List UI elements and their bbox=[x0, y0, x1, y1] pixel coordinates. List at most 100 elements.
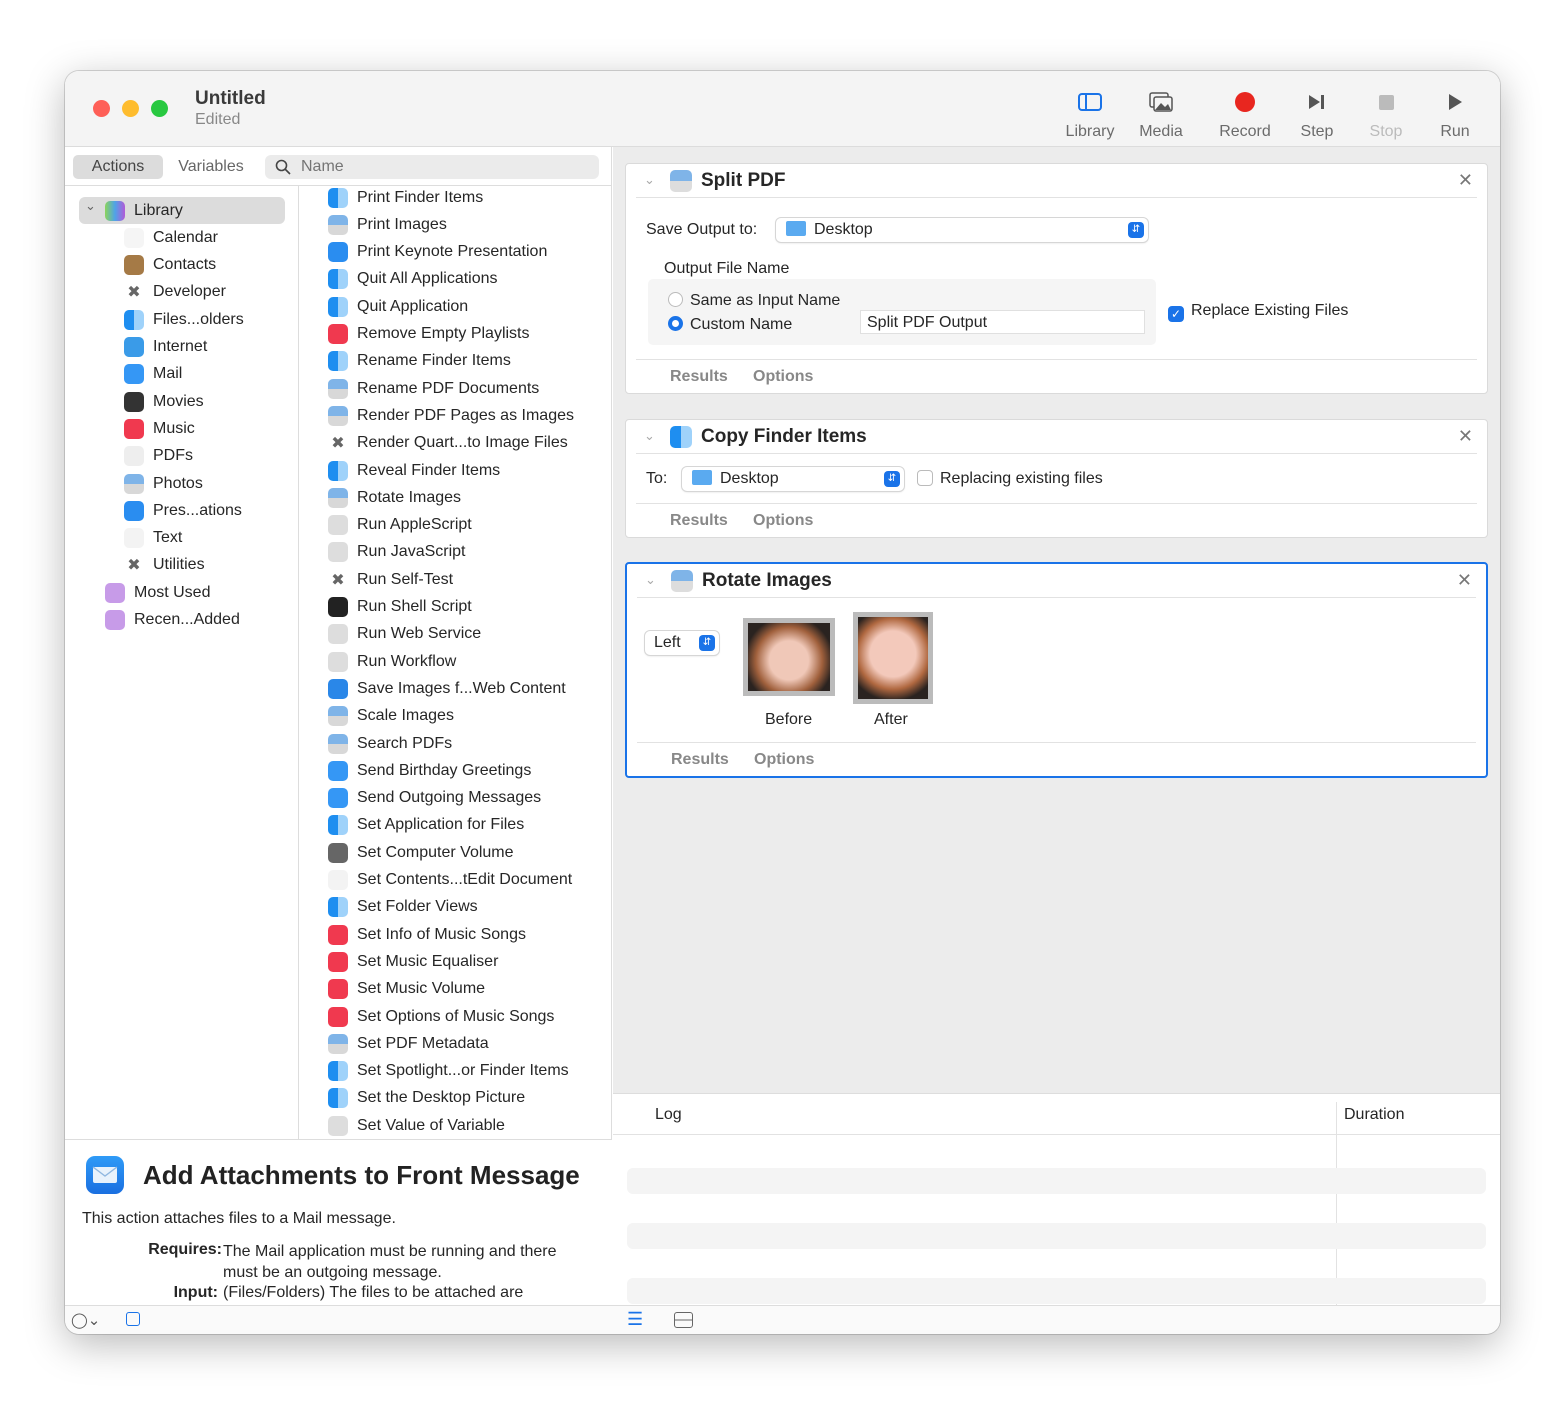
action-item[interactable]: Set Folder Views bbox=[328, 894, 478, 921]
options-tab[interactable]: Options bbox=[753, 512, 813, 530]
action-item[interactable]: Save Images f...Web Content bbox=[328, 675, 566, 702]
close-icon[interactable]: ✕ bbox=[1458, 426, 1473, 447]
minimize-window-button[interactable] bbox=[122, 100, 139, 117]
tab-variables[interactable]: Variables bbox=[168, 155, 254, 179]
category-item[interactable]: ✖ Developer bbox=[65, 279, 226, 306]
action-item[interactable]: Run AppleScript bbox=[328, 512, 472, 539]
action-item[interactable]: Set Info of Music Songs bbox=[328, 921, 526, 948]
action-item[interactable]: Search PDFs bbox=[328, 730, 452, 757]
split-view-icon[interactable] bbox=[674, 1312, 693, 1328]
step-button[interactable]: Step bbox=[1282, 89, 1352, 141]
replacing-checkbox[interactable]: Replacing existing files bbox=[917, 470, 1103, 488]
results-tab[interactable]: Results bbox=[670, 512, 728, 530]
category-item[interactable]: ⌄ Library bbox=[79, 197, 285, 224]
results-tab[interactable]: Results bbox=[670, 368, 728, 386]
category-item[interactable]: Music bbox=[65, 415, 195, 442]
action-item[interactable]: Set Value of Variable bbox=[328, 1112, 505, 1139]
stop-button[interactable]: Stop bbox=[1351, 89, 1421, 141]
action-item[interactable]: Rename PDF Documents bbox=[328, 375, 539, 402]
action-item[interactable]: Quit All Applications bbox=[328, 266, 498, 293]
duration-column-header[interactable]: Duration bbox=[1344, 1106, 1404, 1124]
action-item[interactable]: Run Shell Script bbox=[328, 594, 472, 621]
close-icon[interactable]: ✕ bbox=[1458, 170, 1473, 191]
action-item[interactable]: Set Music Volume bbox=[328, 976, 485, 1003]
options-tab[interactable]: Options bbox=[754, 751, 814, 769]
rotation-direction-popup[interactable]: Left ⇵ bbox=[645, 631, 719, 655]
category-item[interactable]: Movies bbox=[65, 388, 204, 415]
replace-existing-checkbox[interactable]: ✓ Replace Existing Files bbox=[1168, 302, 1348, 322]
disclosure-chevron-icon[interactable]: ⌄ bbox=[85, 198, 96, 214]
category-item[interactable]: Internet bbox=[65, 334, 207, 361]
action-rotate-images[interactable]: ⌄ Rotate Images ✕ Left ⇵ Before After Resul… bbox=[625, 562, 1488, 778]
category-item[interactable]: ✖ Utilities bbox=[65, 552, 205, 579]
action-split-pdf[interactable]: ⌄ Split PDF ✕ Save Output to: Desktop ⇵ Out… bbox=[625, 163, 1488, 394]
action-item[interactable]: Print Finder Items bbox=[328, 186, 483, 211]
record-button[interactable]: Record bbox=[1210, 89, 1280, 141]
category-item[interactable]: Photos bbox=[65, 470, 203, 497]
category-item[interactable]: Recen...Added bbox=[65, 607, 240, 634]
action-item[interactable]: Remove Empty Playlists bbox=[328, 321, 530, 348]
action-item[interactable]: Run Workflow bbox=[328, 648, 456, 675]
category-item[interactable]: Most Used bbox=[65, 579, 210, 606]
action-item[interactable]: Rotate Images bbox=[328, 484, 461, 511]
action-item[interactable]: Set Computer Volume bbox=[328, 839, 514, 866]
description-toggle-icon[interactable] bbox=[126, 1312, 140, 1326]
library-button[interactable]: Library bbox=[1055, 89, 1125, 141]
tab-actions[interactable]: Actions bbox=[73, 155, 163, 179]
action-item[interactable]: Rename Finder Items bbox=[328, 348, 511, 375]
collapse-chevron-icon[interactable]: ⌄ bbox=[644, 172, 655, 188]
action-item[interactable]: Set PDF Metadata bbox=[328, 1030, 489, 1057]
results-tab[interactable]: Results bbox=[671, 751, 729, 769]
category-label: Utilities bbox=[153, 556, 205, 574]
action-item[interactable]: Send Outgoing Messages bbox=[328, 785, 541, 812]
category-item[interactable]: Contacts bbox=[65, 252, 216, 279]
media-button[interactable]: Media bbox=[1126, 89, 1196, 141]
category-item[interactable]: Calendar bbox=[65, 224, 218, 251]
before-label: Before bbox=[765, 711, 813, 728]
action-copy-finder-items[interactable]: ⌄ Copy Finder Items ✕ To: Desktop ⇵ Replaci… bbox=[625, 419, 1488, 538]
more-options-icon[interactable]: ◯⌄ bbox=[71, 1311, 100, 1329]
options-tab[interactable]: Options bbox=[753, 368, 813, 386]
category-item[interactable]: PDFs bbox=[65, 443, 193, 470]
category-item[interactable]: Pres...ations bbox=[65, 497, 242, 524]
action-item[interactable]: Print Images bbox=[328, 211, 447, 238]
custom-name-input[interactable]: Split PDF Output bbox=[860, 310, 1145, 334]
radio-custom-name[interactable]: Custom Name bbox=[668, 316, 792, 334]
search-field[interactable] bbox=[265, 155, 599, 179]
log-column-header[interactable]: Log bbox=[655, 1106, 682, 1124]
action-item[interactable]: Run JavaScript bbox=[328, 539, 466, 566]
action-item[interactable]: Set the Desktop Picture bbox=[328, 1085, 525, 1112]
collapse-chevron-icon[interactable]: ⌄ bbox=[645, 572, 656, 588]
radio-same-name[interactable]: Same as Input Name bbox=[668, 292, 840, 310]
action-item[interactable]: Reveal Finder Items bbox=[328, 457, 500, 484]
run-button[interactable]: Run bbox=[1420, 89, 1490, 141]
action-item[interactable]: Print Keynote Presentation bbox=[328, 239, 547, 266]
save-output-popup[interactable]: Desktop ⇵ bbox=[776, 218, 1148, 242]
action-label: Remove Empty Playlists bbox=[357, 325, 530, 342]
category-item[interactable]: Mail bbox=[65, 361, 182, 388]
search-input[interactable] bbox=[301, 158, 581, 176]
action-item[interactable]: Send Birthday Greetings bbox=[328, 757, 531, 784]
action-item[interactable]: Set Music Equaliser bbox=[328, 948, 498, 975]
mail-icon bbox=[124, 364, 144, 385]
action-item[interactable]: Set Options of Music Songs bbox=[328, 1003, 554, 1030]
action-item[interactable]: Set Application for Files bbox=[328, 812, 524, 839]
action-item[interactable]: Set Spotlight...or Finder Items bbox=[328, 1058, 569, 1085]
close-window-button[interactable] bbox=[93, 100, 110, 117]
collapse-chevron-icon[interactable]: ⌄ bbox=[644, 428, 655, 444]
category-item[interactable]: Text bbox=[65, 525, 182, 552]
action-label: Run Shell Script bbox=[357, 598, 472, 615]
close-icon[interactable]: ✕ bbox=[1457, 570, 1472, 591]
action-item[interactable]: Set Contents...tEdit Document bbox=[328, 867, 572, 894]
list-view-icon[interactable]: ☰ bbox=[627, 1309, 643, 1330]
action-item[interactable]: Quit Application bbox=[328, 293, 468, 320]
action-item[interactable]: Run Web Service bbox=[328, 621, 481, 648]
smartfolder-icon bbox=[105, 610, 125, 630]
category-item[interactable]: Files...olders bbox=[65, 306, 244, 333]
zoom-window-button[interactable] bbox=[151, 100, 168, 117]
destination-popup[interactable]: Desktop ⇵ bbox=[682, 467, 904, 491]
action-item[interactable]: ✖ Render Quart...to Image Files bbox=[328, 430, 567, 457]
action-item[interactable]: Render PDF Pages as Images bbox=[328, 402, 574, 429]
action-item[interactable]: Scale Images bbox=[328, 703, 454, 730]
action-item[interactable]: ✖ Run Self-Test bbox=[328, 566, 453, 593]
